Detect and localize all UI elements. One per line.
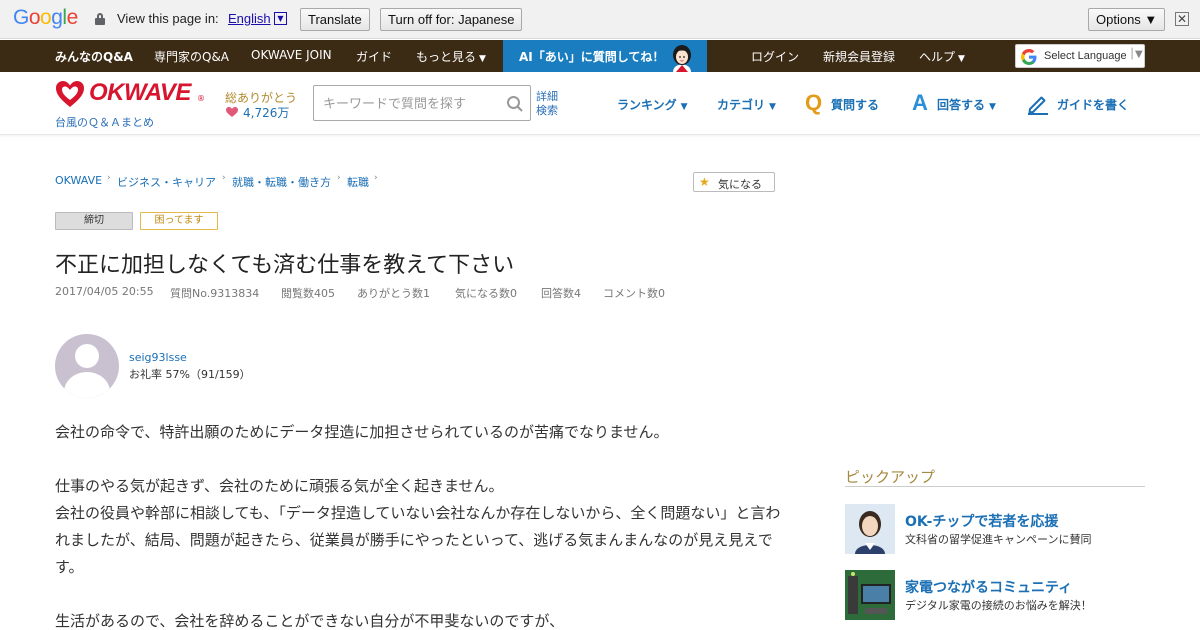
ai-banner[interactable]: AI「あい」に質問してね！: [503, 40, 707, 72]
nav-item-help[interactable]: ヘルプ ▼: [919, 48, 965, 65]
dropdown-arrow-icon: │▼: [1129, 49, 1143, 60]
chevron-down-icon: ▼: [989, 102, 996, 112]
nav-item-help-label: ヘルプ: [919, 50, 956, 64]
search-icon[interactable]: [506, 95, 524, 113]
view-count: 閲覧数405: [281, 287, 335, 300]
watch-button[interactable]: ★ 気になる: [693, 172, 775, 192]
chevron-down-icon: ▼: [769, 102, 776, 112]
pickup-thumbnail[interactable]: [845, 570, 895, 620]
nav-item-everyone-qa[interactable]: みんなのQ&A: [55, 48, 133, 65]
answer-menu[interactable]: 回答する ▼: [937, 96, 996, 113]
user-name-link[interactable]: seig93lsse: [129, 351, 187, 364]
question-date: 2017/04/05 20:55: [55, 285, 154, 298]
student-photo-icon: [845, 504, 895, 554]
pickup-thumbnail[interactable]: [845, 504, 895, 554]
google-g-icon: [1021, 49, 1037, 65]
user-thanks-rate: お礼率 57%（91/159）: [129, 368, 251, 381]
closed-badge: 締切: [55, 212, 133, 230]
okwave-heart-icon[interactable]: [55, 80, 85, 108]
total-thanks-count: 4,726万: [243, 106, 290, 120]
comment-count: コメント数0: [603, 287, 665, 300]
pickup-item-desc: 文科省の留学促進キャンペーンに賛同: [905, 533, 1092, 546]
search-input[interactable]: [314, 86, 504, 120]
close-icon[interactable]: ✕: [1175, 12, 1189, 26]
watch-count: 気になる数0: [455, 287, 517, 300]
language-dropdown-icon[interactable]: ▼: [274, 12, 287, 25]
breadcrumb-employment[interactable]: 就職・転職・働き方: [232, 174, 331, 190]
options-button[interactable]: Options ▼: [1088, 8, 1166, 31]
nav-item-okwave-join[interactable]: OKWAVE JOIN: [251, 48, 332, 62]
nav-item-more[interactable]: もっと見る ▼: [416, 48, 486, 65]
question-q-icon: Q: [805, 90, 823, 115]
lock-icon: [95, 13, 105, 25]
question-body-paragraph: 仕事のやる気が起きず、会社のために頑張る気が全く起きません。 会社の役員や幹部に…: [55, 477, 781, 576]
breadcrumb-okwave[interactable]: OKWAVE: [55, 174, 102, 187]
ai-banner-label: AI「あい」に質問してね！: [519, 50, 665, 64]
nav-item-guide[interactable]: ガイド: [356, 48, 392, 65]
watch-label: 気になる: [718, 178, 762, 191]
turn-off-button[interactable]: Turn off for: Japanese: [380, 8, 523, 31]
ranking-label: ランキング: [617, 98, 677, 112]
select-language-label: Select Language: [1044, 50, 1127, 62]
language-link[interactable]: English: [228, 11, 271, 26]
top-nav: みんなのQ&A 専門家のQ&A OKWAVE JOIN ガイド もっと見る ▼ A…: [0, 40, 1200, 72]
answer-a-icon: A: [912, 90, 928, 115]
avatar[interactable]: [55, 334, 119, 398]
breadcrumb-business[interactable]: ビジネス・キャリア: [117, 174, 216, 190]
answer-count: 回答数4: [541, 287, 581, 300]
star-icon: ★: [699, 175, 710, 189]
select-language-dropdown[interactable]: Select Language │▼: [1015, 44, 1145, 68]
pickup-item-title[interactable]: OK-チップで若者を応援: [905, 511, 1058, 531]
thanks-count: ありがとう数1: [357, 287, 430, 300]
breadcrumb-separator-icon: ›: [337, 173, 341, 183]
breadcrumb-job-change[interactable]: 転職: [347, 174, 369, 190]
category-menu[interactable]: カテゴリ ▼: [717, 96, 776, 113]
pickup-item-desc: デジタル家電の接続のお悩みを解決！: [905, 599, 1092, 612]
breadcrumb-separator-icon: ›: [222, 173, 226, 183]
google-logo: Google: [13, 6, 78, 29]
question-body-paragraph: 会社の命令で、特許出願のためにデータ捏造に加担させられているのが苦痛でなりません…: [55, 423, 669, 441]
answer-label: 回答する: [937, 98, 986, 112]
search-box: [313, 85, 531, 121]
pencil-icon: [1028, 96, 1048, 115]
ask-question-link[interactable]: 質問する: [831, 96, 879, 113]
ai-character-icon: [673, 45, 691, 72]
nav-item-login[interactable]: ログイン: [751, 48, 799, 65]
registered-mark: ®: [197, 94, 205, 103]
breadcrumb-separator-icon: ›: [107, 173, 111, 183]
okwave-logo[interactable]: OKWAVE: [89, 79, 191, 107]
write-guide-link[interactable]: ガイドを書く: [1057, 96, 1129, 113]
translate-button[interactable]: Translate: [300, 8, 370, 31]
heart-icon: [226, 107, 238, 117]
advanced-search-link[interactable]: 詳細検索: [536, 90, 566, 118]
chevron-down-icon: ▼: [680, 102, 688, 112]
breadcrumb-separator-icon: ›: [374, 173, 378, 183]
nav-item-more-label: もっと見る: [416, 50, 477, 64]
appliance-photo-icon: [845, 570, 895, 620]
nav-item-register[interactable]: 新規会員登録: [823, 48, 895, 65]
pickup-item-title[interactable]: 家電つながるコミュニティ: [905, 577, 1072, 597]
chevron-down-icon: ▼: [479, 54, 486, 64]
question-body-paragraph: 生活があるので、会社を辞めることができない自分が不甲斐ないのですが、: [55, 612, 565, 630]
question-title: 不正に加担しなくても済む仕事を教えて下さい: [55, 253, 515, 278]
ranking-menu[interactable]: ランキング ▼: [617, 96, 688, 113]
category-label: カテゴリ: [717, 98, 766, 112]
site-tagline[interactable]: 台風のＱ＆Ａまとめ: [55, 114, 154, 130]
question-number: 質問No.9313834: [170, 287, 260, 300]
nav-item-expert-qa[interactable]: 専門家のQ&A: [154, 48, 229, 65]
pickup-divider: [845, 486, 1145, 487]
translate-bar: Google View this page in: English ▼ Tran…: [0, 0, 1200, 39]
pickup-heading: ピックアップ: [845, 468, 936, 486]
chevron-down-icon: ▼: [958, 54, 965, 64]
trouble-badge: 困ってます: [140, 212, 218, 230]
view-page-label: View this page in:: [117, 11, 219, 26]
